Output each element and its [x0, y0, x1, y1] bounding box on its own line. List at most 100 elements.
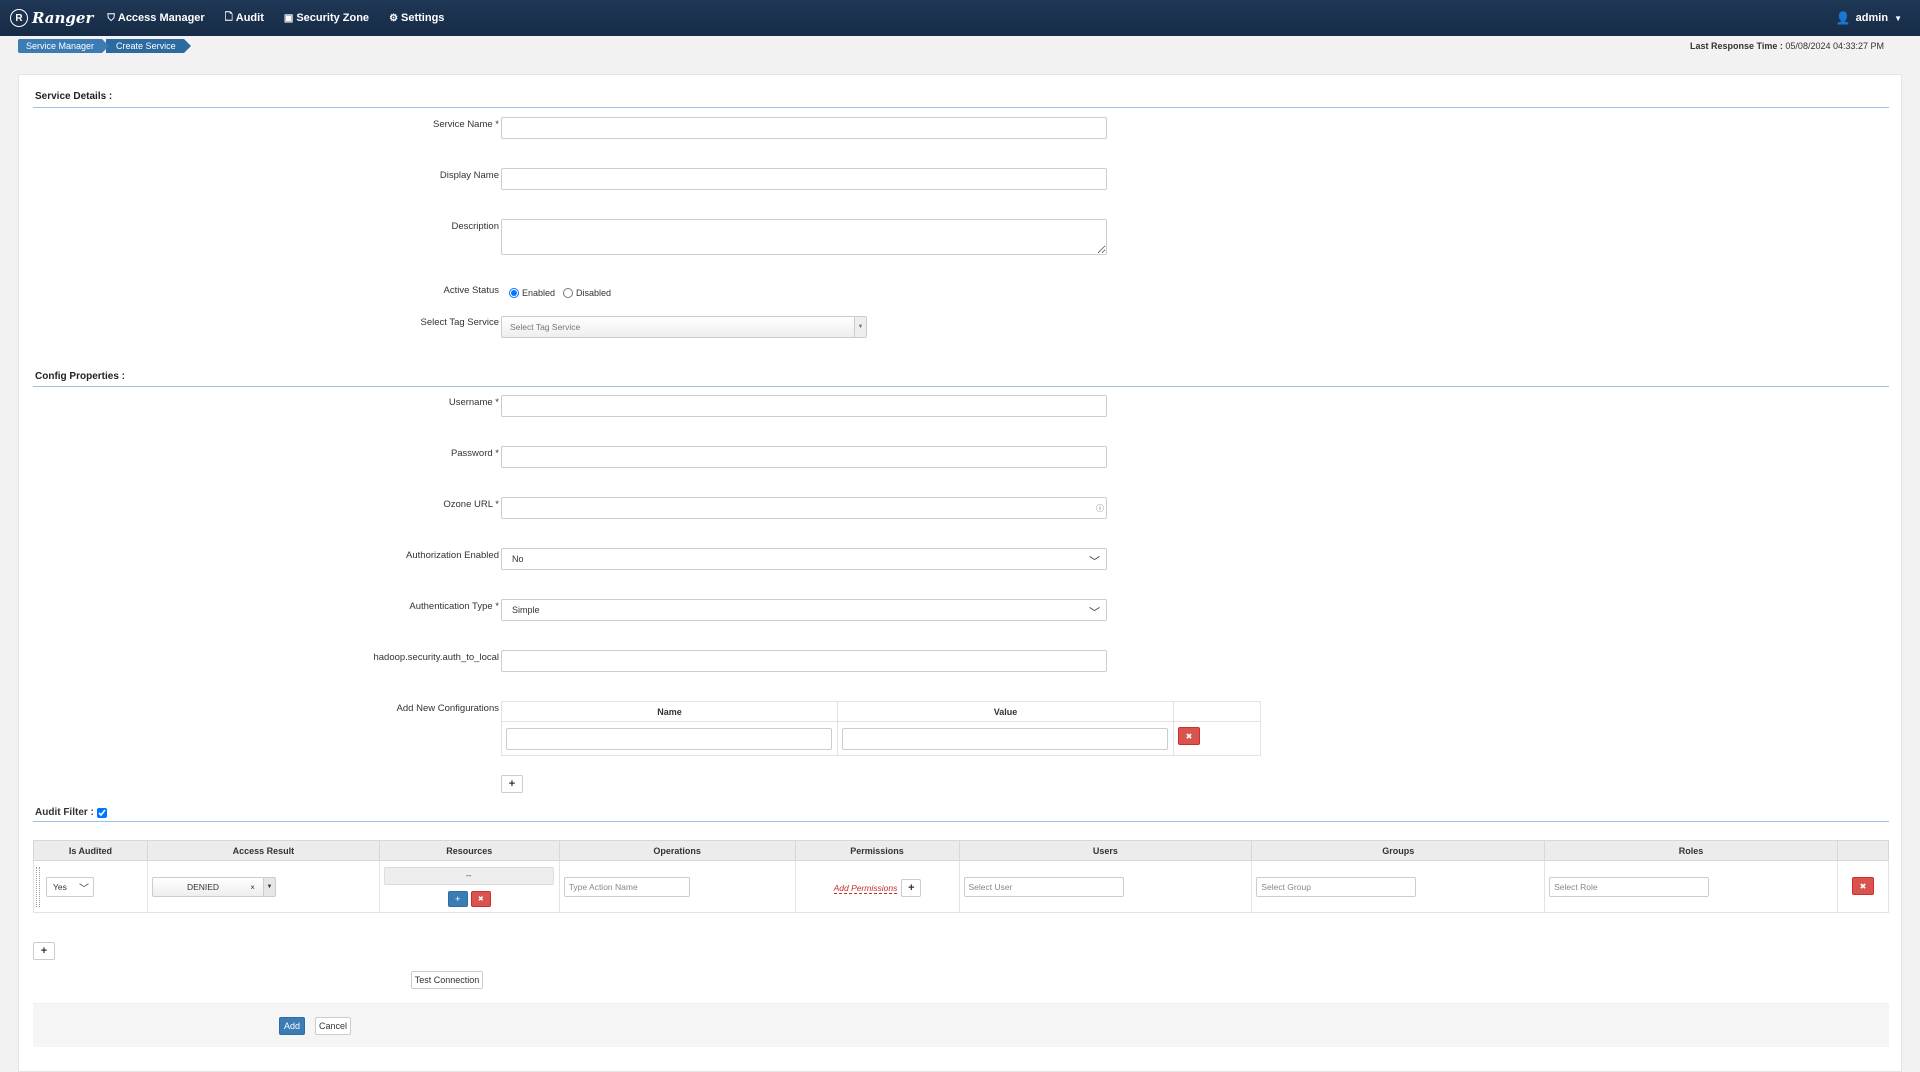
authentication-type-select[interactable]: Simple ﹀	[501, 599, 1107, 621]
active-status-radio-group: Enabled Disabled	[509, 288, 619, 298]
ranger-brand[interactable]: R Ranger	[10, 9, 93, 27]
remove-audit-row-button[interactable]: ✖	[1851, 877, 1874, 895]
access-result-select[interactable]: DENIED × ▼	[151, 877, 276, 897]
groups-header: Groups	[1251, 840, 1546, 861]
config-action-header	[1172, 701, 1262, 722]
add-button[interactable]: Add	[279, 1017, 305, 1035]
resources-value[interactable]: --	[383, 867, 554, 885]
section-divider	[33, 107, 1889, 108]
top-navbar: R Ranger ⛉ Access Manager 🗋 Audit ▣ Secu…	[0, 0, 1920, 36]
cancel-button[interactable]: Cancel	[315, 1017, 351, 1035]
roles-header: Roles	[1544, 840, 1838, 861]
remove-resource-button[interactable]: ✖	[470, 891, 491, 907]
breadcrumb-create-service[interactable]: Create Service	[106, 39, 191, 53]
access-result-value: DENIED	[186, 882, 220, 892]
ozone-url-input[interactable]	[501, 497, 1107, 519]
tag-service-placeholder: Select Tag Service	[510, 322, 581, 332]
enabled-option[interactable]: Enabled	[509, 288, 555, 298]
operations-placeholder: Type Action Name	[568, 882, 638, 892]
audit-action-header	[1836, 840, 1890, 861]
config-table: Name Value ✖	[501, 701, 1262, 756]
display-name-input[interactable]	[501, 168, 1107, 190]
chevron-down-icon: ▼	[1894, 13, 1902, 23]
user-menu[interactable]: 👤 admin ▼	[1836, 0, 1902, 36]
nav-audit-label: Audit	[235, 12, 264, 24]
zone-icon: ▣	[283, 12, 294, 24]
audit-filter-checkbox[interactable]	[96, 807, 107, 818]
is-audited-header: Is Audited	[33, 840, 148, 861]
add-audit-row-button[interactable]: +	[33, 942, 55, 960]
user-icon: 👤	[1835, 11, 1851, 25]
add-resource-button[interactable]: +	[447, 891, 468, 907]
add-permissions-link[interactable]: Add Permissions	[833, 883, 898, 894]
last-response-label: Last Response Time :	[1690, 41, 1783, 51]
users-placeholder: Select User	[968, 882, 1013, 892]
is-audited-select[interactable]: Yes ﹀	[46, 877, 94, 897]
clear-icon[interactable]: ×	[250, 883, 255, 892]
config-action-cell: ✖	[1172, 721, 1262, 756]
service-name-input[interactable]	[501, 117, 1107, 139]
nav-security-zone-label: Security Zone	[296, 12, 370, 24]
roles-cell: Select Role	[1544, 860, 1838, 913]
chevron-down-icon: ﹀	[79, 884, 89, 895]
nav-security-zone[interactable]: ▣ Security Zone	[284, 12, 369, 24]
breadcrumb-service-manager[interactable]: Service Manager	[18, 39, 110, 53]
authorization-enabled-select[interactable]: No ﹀	[501, 548, 1107, 570]
section-divider	[33, 821, 1889, 822]
display-name-label: Display Name	[439, 170, 499, 181]
nav-settings[interactable]: ⚙ Settings	[389, 12, 444, 24]
add-permission-button[interactable]: +	[901, 879, 922, 897]
disabled-label: Disabled	[576, 288, 612, 298]
access-result-header: Access Result	[146, 840, 380, 861]
config-name-input[interactable]	[506, 727, 832, 750]
authorization-enabled-label: Authorization Enabled	[406, 550, 499, 561]
permissions-header: Permissions	[794, 840, 960, 861]
password-input[interactable]	[501, 446, 1107, 468]
username-input[interactable]	[501, 395, 1107, 417]
breadcrumb: Service Manager Create Service	[18, 39, 191, 53]
groups-select[interactable]: Select Group	[1256, 877, 1417, 897]
enabled-label: Enabled	[522, 288, 556, 298]
resources-cell: -- + ✖	[378, 860, 560, 913]
nav-access-manager[interactable]: ⛉ Access Manager	[107, 12, 204, 24]
config-name-header: Name	[501, 701, 838, 722]
resources-header: Resources	[378, 840, 560, 861]
users-select[interactable]: Select User	[963, 877, 1124, 897]
info-icon[interactable]: ⓘ	[1096, 503, 1104, 514]
auth-to-local-input[interactable]	[501, 650, 1107, 672]
add-config-button[interactable]: +	[501, 775, 523, 793]
users-cell: Select User	[958, 860, 1253, 913]
config-value-input[interactable]	[841, 727, 1168, 750]
is-audited-cell: Yes ﹀	[33, 860, 148, 913]
enabled-radio[interactable]	[509, 288, 519, 298]
roles-select[interactable]: Select Role	[1549, 877, 1710, 897]
config-row: ✖	[501, 721, 1262, 756]
operations-input[interactable]: Type Action Name	[563, 877, 690, 897]
chevron-down-icon: ▼	[854, 317, 866, 337]
tag-service-select[interactable]: Select Tag Service ▼	[501, 316, 867, 338]
gear-icon: ⚙	[389, 12, 399, 24]
config-value-header: Value	[836, 701, 1174, 722]
disabled-radio[interactable]	[563, 288, 574, 298]
resource-actions: + ✖	[447, 891, 491, 907]
config-name-cell	[501, 721, 838, 756]
brand-name: Ranger	[32, 9, 94, 27]
last-response-value: 05/08/2024 04:33:27 PM	[1785, 41, 1884, 51]
disabled-option[interactable]: Disabled	[563, 288, 611, 298]
nav-settings-label: Settings	[401, 12, 445, 24]
chevron-down-icon: ▼	[262, 878, 275, 896]
description-textarea[interactable]	[501, 219, 1107, 255]
remove-config-button[interactable]: ✖	[1177, 727, 1200, 745]
drag-handle[interactable]	[36, 867, 40, 907]
test-connection-button[interactable]: Test Connection	[411, 971, 483, 989]
active-status-label: Active Status	[443, 285, 499, 296]
chevron-down-icon: ﹀	[1089, 556, 1100, 568]
groups-cell: Select Group	[1251, 860, 1546, 913]
access-result-cell: DENIED × ▼	[146, 860, 380, 913]
config-value-cell	[836, 721, 1174, 756]
nav-audit[interactable]: 🗋 Audit	[225, 10, 264, 27]
audit-row-action-cell: ✖	[1836, 860, 1890, 913]
authorization-enabled-value: No	[512, 554, 524, 564]
service-details-title: Service Details :	[35, 91, 113, 102]
password-label: Password *	[450, 448, 499, 459]
